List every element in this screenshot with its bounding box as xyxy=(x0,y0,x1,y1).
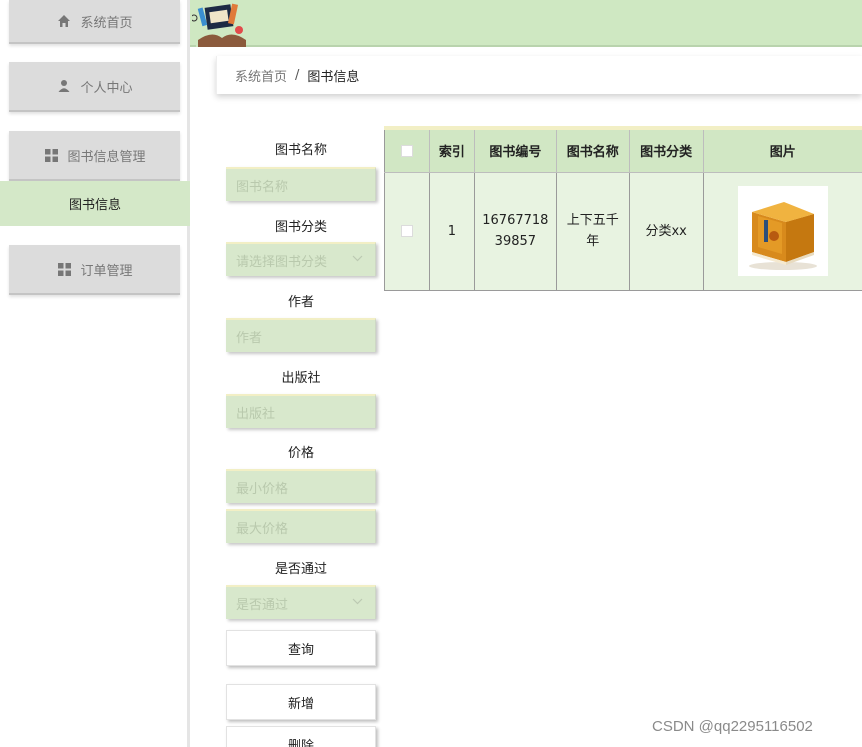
delete-button[interactable]: 删除 xyxy=(226,726,376,747)
home-icon xyxy=(56,13,72,29)
grid-icon xyxy=(43,147,59,163)
sidebar-item-label: 订单管理 xyxy=(80,263,133,279)
author-input[interactable]: 作者 xyxy=(226,318,376,352)
query-button[interactable]: 查询 xyxy=(226,630,376,666)
book-name-line1: 上下五千 xyxy=(566,213,619,228)
index-cell: 1 xyxy=(429,172,475,291)
chevron-down-icon xyxy=(352,597,363,608)
min-price-placeholder: 最小价格 xyxy=(236,481,289,497)
image-cell xyxy=(703,172,862,291)
sidebar-subitem-label: 图书信息 xyxy=(68,198,121,213)
top-header xyxy=(190,0,862,47)
table-header-row: 索引 图书编号 图书名称 图书分类 图片 xyxy=(384,128,862,173)
breadcrumb-home-link[interactable]: 系统首页 xyxy=(235,66,287,85)
column-header[interactable]: 索引 xyxy=(429,128,475,173)
approved-placeholder: 是否通过 xyxy=(236,597,289,613)
row-checkbox[interactable] xyxy=(400,225,413,237)
author-placeholder: 作者 xyxy=(236,330,263,346)
category-label: 图书分类 xyxy=(274,220,327,235)
book-no-cell: 16767718 39857 xyxy=(474,172,557,291)
sidebar-item-label: 图书信息管理 xyxy=(67,149,146,165)
table-row[interactable]: 1 16767718 39857 上下五千 年 分类xx xyxy=(384,172,862,291)
logo xyxy=(190,0,250,47)
book-cover-image[interactable] xyxy=(737,186,828,276)
watermark: CSDN @qq2295116502 xyxy=(652,718,813,735)
sidebar: 系统首页 个人中心 图书信息管理 图书信息 订单管理 xyxy=(0,0,190,747)
row-select-cell xyxy=(384,172,430,291)
column-header[interactable]: 图书编号 xyxy=(474,128,557,173)
add-button[interactable]: 新增 xyxy=(226,684,376,720)
approved-label: 是否通过 xyxy=(274,562,327,577)
publisher-placeholder: 出版社 xyxy=(236,406,276,422)
sidebar-item-orders[interactable]: 订单管理 xyxy=(9,245,180,295)
approved-select[interactable]: 是否通过 xyxy=(226,585,376,619)
breadcrumb-separator: / xyxy=(295,67,300,83)
grid-icon xyxy=(56,261,72,277)
book-name-input[interactable]: 图书名称 xyxy=(226,167,376,201)
breadcrumb-current: 图书信息 xyxy=(307,69,360,85)
select-all-checkbox[interactable] xyxy=(400,144,413,157)
breadcrumb: 系统首页 / 图书信息 xyxy=(216,56,862,94)
publisher-input[interactable]: 出版社 xyxy=(226,394,376,428)
column-header[interactable]: 图书名称 xyxy=(556,128,630,173)
column-header[interactable]: 图片 xyxy=(703,128,862,173)
book-name-label: 图书名称 xyxy=(274,143,327,158)
sidebar-item-book-management[interactable]: 图书信息管理 xyxy=(9,131,180,181)
column-header[interactable]: 图书分类 xyxy=(629,128,704,173)
sidebar-subitem-book-info[interactable]: 图书信息 xyxy=(0,181,190,226)
book-name-cell: 上下五千 年 xyxy=(556,172,630,291)
select-all-cell xyxy=(384,128,430,173)
book-table: 索引 图书编号 图书名称 图书分类 图片 1 16767718 39857 上下… xyxy=(384,126,862,291)
min-price-input[interactable]: 最小价格 xyxy=(226,469,376,503)
book-no-line2: 39857 xyxy=(494,234,537,249)
sidebar-item-home[interactable]: 系统首页 xyxy=(9,0,180,44)
chevron-down-icon xyxy=(352,254,363,265)
sidebar-item-label: 系统首页 xyxy=(80,15,133,31)
sidebar-item-profile[interactable]: 个人中心 xyxy=(9,62,180,112)
book-name-placeholder: 图书名称 xyxy=(236,179,289,195)
book-name-line2: 年 xyxy=(586,234,600,249)
sidebar-item-label: 个人中心 xyxy=(80,80,133,96)
category-placeholder: 请选择图书分类 xyxy=(236,254,328,270)
category-select[interactable]: 请选择图书分类 xyxy=(226,242,376,276)
author-label: 作者 xyxy=(287,295,314,310)
book-no-line1: 16767718 xyxy=(482,213,549,228)
publisher-label: 出版社 xyxy=(281,371,321,386)
max-price-placeholder: 最大价格 xyxy=(236,521,289,537)
max-price-input[interactable]: 最大价格 xyxy=(226,509,376,543)
user-icon xyxy=(56,78,72,94)
price-label: 价格 xyxy=(287,446,314,461)
category-cell: 分类xx xyxy=(629,172,704,291)
